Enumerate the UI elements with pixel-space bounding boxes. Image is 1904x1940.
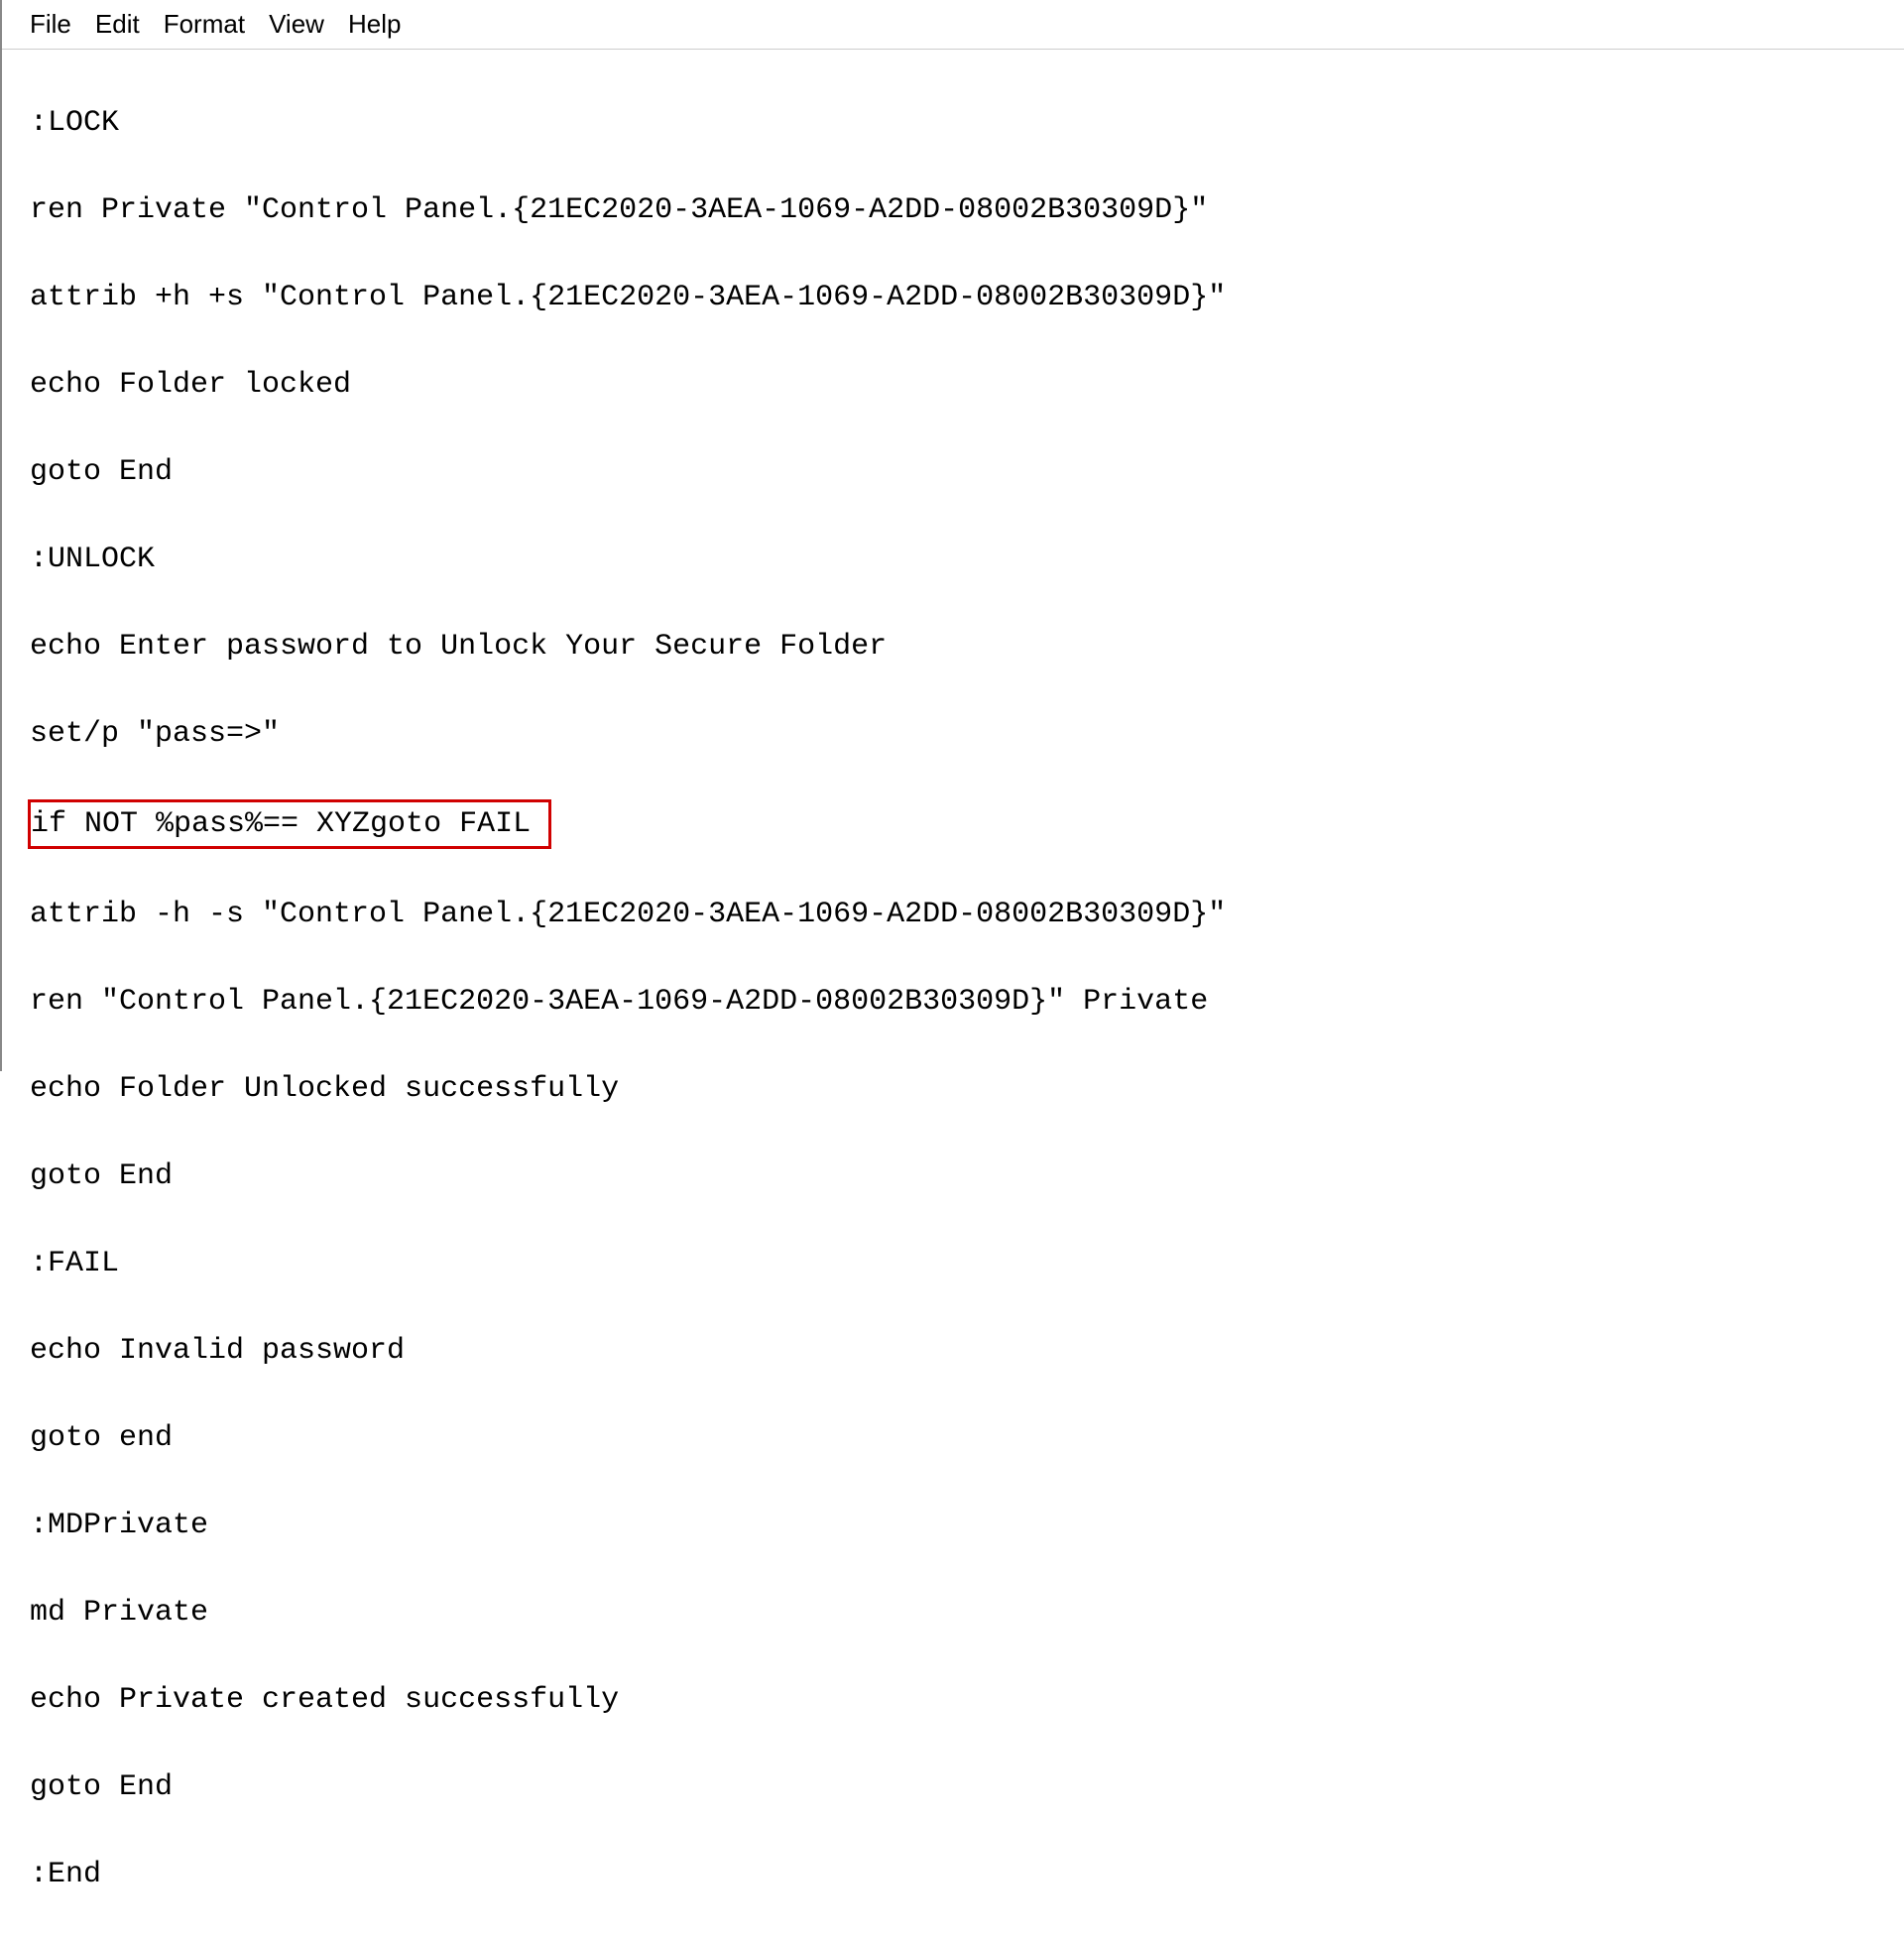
code-line: :MDPrivate xyxy=(30,1504,1904,1547)
code-line: attrib -h -s "Control Panel.{21EC2020-3A… xyxy=(30,893,1904,936)
code-line: goto End xyxy=(30,1154,1904,1198)
code-line: echo Enter password to Unlock Your Secur… xyxy=(30,625,1904,668)
code-line: :UNLOCK xyxy=(30,538,1904,581)
text-editor-area[interactable]: :LOCK ren Private "Control Panel.{21EC20… xyxy=(2,50,1904,1940)
code-line: echo Invalid password xyxy=(30,1329,1904,1373)
code-line: echo Folder locked xyxy=(30,363,1904,407)
menu-edit[interactable]: Edit xyxy=(95,9,140,40)
code-line: goto end xyxy=(30,1416,1904,1460)
menu-view[interactable]: View xyxy=(269,9,324,40)
code-line: md Private xyxy=(30,1591,1904,1635)
code-line: :LOCK xyxy=(30,101,1904,145)
code-line: goto End xyxy=(30,450,1904,494)
code-line: ren "Control Panel.{21EC2020-3AEA-1069-A… xyxy=(30,980,1904,1024)
menu-file[interactable]: File xyxy=(30,9,71,40)
code-line: echo Folder Unlocked successfully xyxy=(30,1067,1904,1111)
code-line: set/p "pass=>" xyxy=(30,712,1904,756)
code-line: :FAIL xyxy=(30,1242,1904,1285)
code-line-highlighted: if NOT %pass%== XYZgoto FAIL xyxy=(30,799,1904,849)
menu-help[interactable]: Help xyxy=(348,9,401,40)
menu-format[interactable]: Format xyxy=(164,9,245,40)
code-line: ren Private "Control Panel.{21EC2020-3AE… xyxy=(30,188,1904,232)
code-line: goto End xyxy=(30,1765,1904,1809)
code-line: :End xyxy=(30,1853,1904,1896)
menubar: File Edit Format View Help xyxy=(2,0,1904,50)
code-line: echo Private created successfully xyxy=(30,1678,1904,1722)
highlight-box: if NOT %pass%== XYZgoto FAIL xyxy=(28,799,551,849)
code-line: attrib +h +s "Control Panel.{21EC2020-3A… xyxy=(30,276,1904,319)
